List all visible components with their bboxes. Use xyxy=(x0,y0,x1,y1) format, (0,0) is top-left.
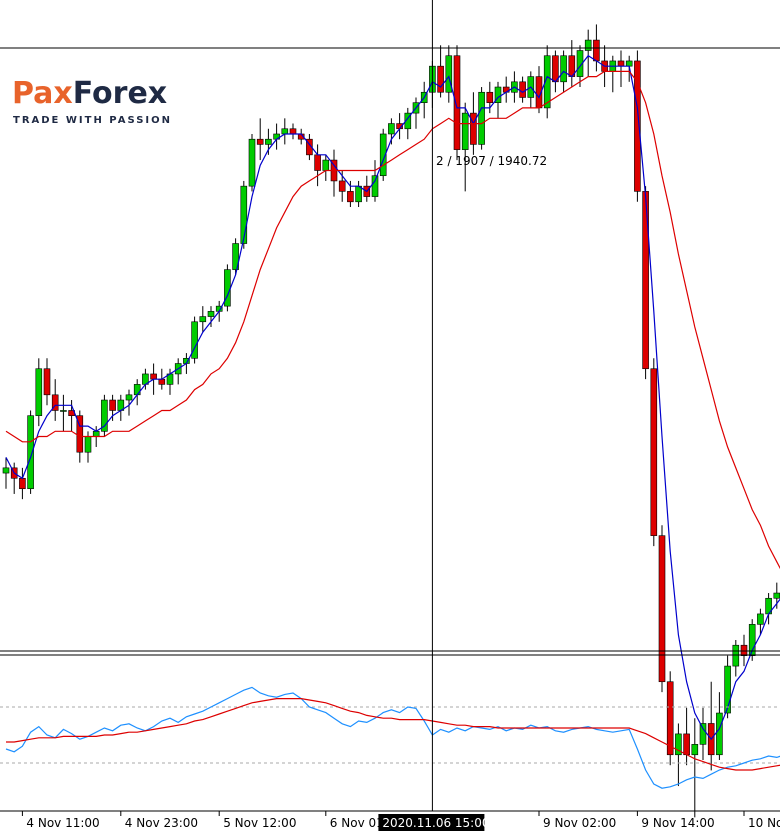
candle-body-bull xyxy=(125,394,133,401)
candle-body-bear xyxy=(740,644,748,656)
oscillator-panel[interactable] xyxy=(0,686,780,789)
crosshair-date-label: 2020.11.06 15:00 xyxy=(382,816,489,830)
candle-body-bull xyxy=(92,431,100,437)
candle xyxy=(191,316,198,364)
candle-body-bear xyxy=(289,128,297,135)
candle xyxy=(650,358,658,547)
candle-body-bull xyxy=(240,185,248,244)
candle-body-bear xyxy=(666,681,674,756)
candle-body-bull xyxy=(248,138,256,187)
candle-body-bull xyxy=(2,467,10,474)
osc-signal-line xyxy=(6,697,780,771)
candle-body-bear xyxy=(470,112,477,145)
candle-body-bear xyxy=(453,55,461,150)
candle xyxy=(35,358,43,427)
candle-body-bull xyxy=(625,60,633,67)
crosshair-readout: 2 / 1907 / 1940.72 xyxy=(436,154,547,168)
candle-body-bear xyxy=(338,180,346,192)
candle-body-bull xyxy=(207,311,215,317)
candle xyxy=(683,707,690,766)
candle-body-bear xyxy=(150,373,157,380)
candle-body-bull xyxy=(371,175,379,197)
candle-body-bull xyxy=(584,39,592,51)
candle xyxy=(642,186,649,380)
candle xyxy=(224,264,231,312)
candle-body-bull xyxy=(691,744,699,756)
candle-body-bull xyxy=(281,128,289,135)
candle xyxy=(716,692,723,760)
candle-body-bull xyxy=(84,436,92,453)
candle-body-bull xyxy=(757,613,764,625)
candle-body-bear xyxy=(552,55,559,83)
candle-body-bull xyxy=(388,123,395,135)
candle-body-bear xyxy=(593,39,600,62)
candle-body-bear xyxy=(19,477,26,490)
logo-wordmark: PaxForex xyxy=(12,76,167,111)
candle-body-bull xyxy=(716,712,723,756)
candle xyxy=(232,238,239,275)
candle xyxy=(691,718,699,818)
candle xyxy=(248,133,256,192)
candle-body-bear xyxy=(650,368,658,536)
time-tick-label: 4 Nov 23:00 xyxy=(125,816,198,830)
candle-body-bull xyxy=(199,316,207,323)
candle-body-bear xyxy=(519,81,526,98)
logo-tagline: TRADE WITH PASSION xyxy=(13,115,172,126)
candle-body-bear xyxy=(314,154,321,171)
candle-body-bull xyxy=(560,55,567,83)
osc-main-line xyxy=(5,686,780,789)
time-tick-label: 10 Nov 03:00 xyxy=(748,816,780,830)
time-tick-label: 5 Nov 12:00 xyxy=(223,816,296,830)
candle-body-bull xyxy=(133,384,141,396)
candle-body-bull xyxy=(355,185,362,203)
candle-body-bear xyxy=(109,399,116,411)
time-tick-label: 9 Nov 02:00 xyxy=(543,816,616,830)
candle xyxy=(478,87,485,150)
candle-body-bull xyxy=(461,112,469,150)
candle-body-bull xyxy=(478,91,485,145)
candle xyxy=(707,681,715,771)
candle-body-bull xyxy=(699,723,707,745)
candle xyxy=(666,671,674,766)
logo-part2: Forex xyxy=(73,76,167,111)
candle xyxy=(658,525,666,693)
candle-body-bull xyxy=(35,368,43,416)
candle-body-bull xyxy=(322,159,330,171)
candle-body-bull xyxy=(773,592,780,599)
candle-body-bear xyxy=(658,535,666,683)
time-tick-label: 9 Nov 14:00 xyxy=(641,816,714,830)
paxforex-logo: PaxForex TRADE WITH PASSION xyxy=(12,76,172,126)
candle-body-bear xyxy=(683,733,690,756)
candle-body-bear xyxy=(437,65,444,93)
candle-body-bull xyxy=(60,410,67,412)
candle xyxy=(675,723,682,787)
time-tick-label: 4 Nov 11:00 xyxy=(26,816,99,830)
candle-body-bull xyxy=(265,138,272,145)
candle xyxy=(699,707,707,760)
logo-part1: Pax xyxy=(12,76,73,111)
candle-body-bear xyxy=(43,368,51,396)
candle xyxy=(453,45,461,161)
candle-body-bear xyxy=(158,378,166,385)
candle-body-bear xyxy=(256,138,264,145)
candle-body-bull xyxy=(732,644,740,667)
candle xyxy=(732,640,740,677)
candle xyxy=(101,394,108,437)
candle-body-bear xyxy=(347,191,354,203)
candle-body-bear xyxy=(486,91,494,103)
trading-chart[interactable]: 4 Nov 11:00 4 Nov 23:00 5 Nov 12:00 6 Nov 0… xyxy=(0,0,780,835)
candle-body-bear xyxy=(617,60,625,67)
